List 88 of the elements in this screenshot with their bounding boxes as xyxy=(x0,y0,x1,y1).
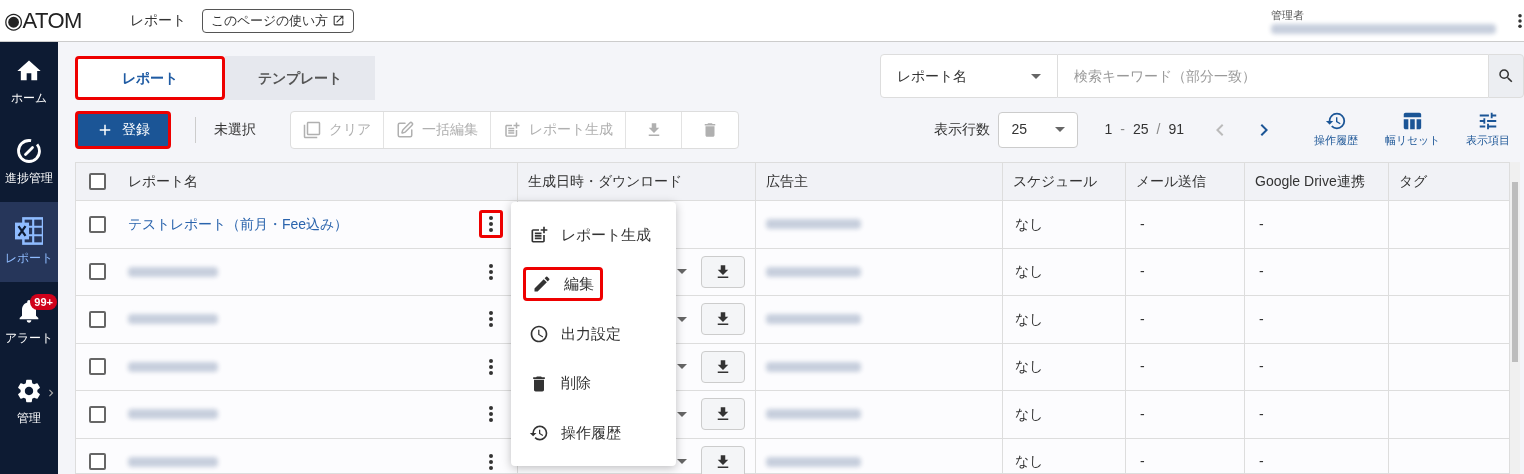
column-header: Google Drive連携 xyxy=(1245,163,1389,200)
table-cell: - xyxy=(1126,343,1245,390)
table-cell: - xyxy=(1126,201,1245,248)
external-link-icon xyxy=(331,14,345,27)
search-button[interactable] xyxy=(1488,54,1524,98)
caret-icon xyxy=(1055,127,1066,132)
more-icon xyxy=(489,453,493,470)
menu-item[interactable]: 編集 xyxy=(523,267,603,302)
help-link[interactable]: このページの使い方 xyxy=(201,8,354,33)
checkbox[interactable] xyxy=(88,358,106,376)
download-button[interactable] xyxy=(701,303,745,336)
edit-icon xyxy=(396,120,414,139)
column-header: メール送信 xyxy=(1126,163,1245,200)
tab[interactable]: テンプレート xyxy=(225,56,375,100)
table-cell: なし xyxy=(1003,201,1126,248)
search-field[interactable]: 検索キーワード（部分一致） xyxy=(1058,54,1488,98)
sidebar-item[interactable]: 管理 xyxy=(0,362,58,442)
tab[interactable]: レポート xyxy=(75,56,225,100)
search-icon xyxy=(1497,67,1515,85)
search-field-select[interactable]: レポート名 xyxy=(880,54,1058,98)
table-cell: - xyxy=(1245,201,1389,248)
sidebar-item[interactable]: 99+ アラート xyxy=(0,282,58,362)
table-cell: - xyxy=(1245,343,1389,390)
table-cell: - xyxy=(1245,296,1389,343)
user-role: 管理者 xyxy=(1271,8,1305,24)
download-button[interactable] xyxy=(701,255,745,288)
settings-icon xyxy=(15,377,43,405)
more-icon xyxy=(489,263,493,280)
table-cell: - xyxy=(1245,391,1389,438)
menu-item[interactable]: 出力設定 xyxy=(523,317,627,351)
more-icon xyxy=(489,216,493,233)
table-cell: なし xyxy=(1003,296,1126,343)
sidebar-item[interactable]: 進捗管理 xyxy=(0,122,58,202)
more-icon xyxy=(489,311,493,328)
menu-item[interactable]: 操作履歴 xyxy=(523,416,627,451)
table-cell: - xyxy=(1126,438,1245,474)
checkbox[interactable] xyxy=(88,263,106,281)
selection-status: 未選択 xyxy=(214,120,256,139)
download-button[interactable] xyxy=(701,350,745,383)
copy-icon xyxy=(303,120,321,139)
more-icon xyxy=(489,358,493,375)
page-range: 1 - 25 / 91 xyxy=(1104,120,1184,139)
checkbox[interactable] xyxy=(88,215,106,233)
spreadsheet-icon xyxy=(15,217,43,245)
table-cell: なし xyxy=(1003,438,1126,474)
table-cell: なし xyxy=(1003,343,1126,390)
sidebar-item[interactable]: ホーム xyxy=(0,42,58,122)
table-cell: なし xyxy=(1003,248,1126,295)
menu-item[interactable]: 削除 xyxy=(523,366,597,401)
table-cell: - xyxy=(1126,248,1245,295)
page-title: レポート xyxy=(129,11,186,30)
table-cell: - xyxy=(1245,248,1389,295)
rows-per-page-select[interactable]: 25 xyxy=(998,111,1079,148)
column-header: 生成日時・ダウンロード xyxy=(518,163,756,200)
document-add-icon xyxy=(529,224,549,245)
more-icon xyxy=(489,406,493,423)
checkbox[interactable] xyxy=(88,453,106,471)
table-cell: - xyxy=(1245,438,1389,474)
logo[interactable]: ◉ATOM xyxy=(4,4,82,37)
tool-button[interactable]: 表示項目 xyxy=(1458,110,1518,149)
caret-icon xyxy=(1031,73,1041,79)
row-menu-button[interactable] xyxy=(479,210,503,239)
checkbox[interactable] xyxy=(88,405,106,423)
menu-item[interactable]: レポート生成 xyxy=(523,217,657,252)
column-header: レポート名 xyxy=(118,163,518,200)
checkbox[interactable] xyxy=(88,310,106,328)
sidebar-item[interactable]: レポート xyxy=(0,202,58,282)
more-icon[interactable] xyxy=(1518,13,1522,28)
clock-icon xyxy=(529,324,549,344)
column-header: 広告主 xyxy=(756,163,1003,200)
gauge-pencil-icon xyxy=(15,137,43,165)
scrollbar[interactable] xyxy=(1510,162,1520,474)
notification-badge: 99+ xyxy=(30,294,57,310)
register-button[interactable]: 登録 xyxy=(75,110,171,149)
download-button[interactable] xyxy=(701,445,745,474)
download-button[interactable] xyxy=(701,398,745,431)
rows-per-page-label: 表示行数 xyxy=(934,120,991,139)
checkbox[interactable] xyxy=(88,173,106,190)
table-cell: なし xyxy=(1003,391,1126,438)
column-header: タグ xyxy=(1398,172,1428,191)
tool-button[interactable]: 操作履歴 xyxy=(1306,110,1366,149)
pencil-icon xyxy=(532,274,552,295)
document-add-icon xyxy=(503,120,521,139)
tool-button[interactable]: 幅リセット xyxy=(1382,110,1442,149)
table-cell: - xyxy=(1126,391,1245,438)
table-cell: - xyxy=(1126,296,1245,343)
column-header: スケジュール xyxy=(1003,163,1126,200)
report-link[interactable]: テストレポート（前月・Fee込み） xyxy=(128,213,349,235)
